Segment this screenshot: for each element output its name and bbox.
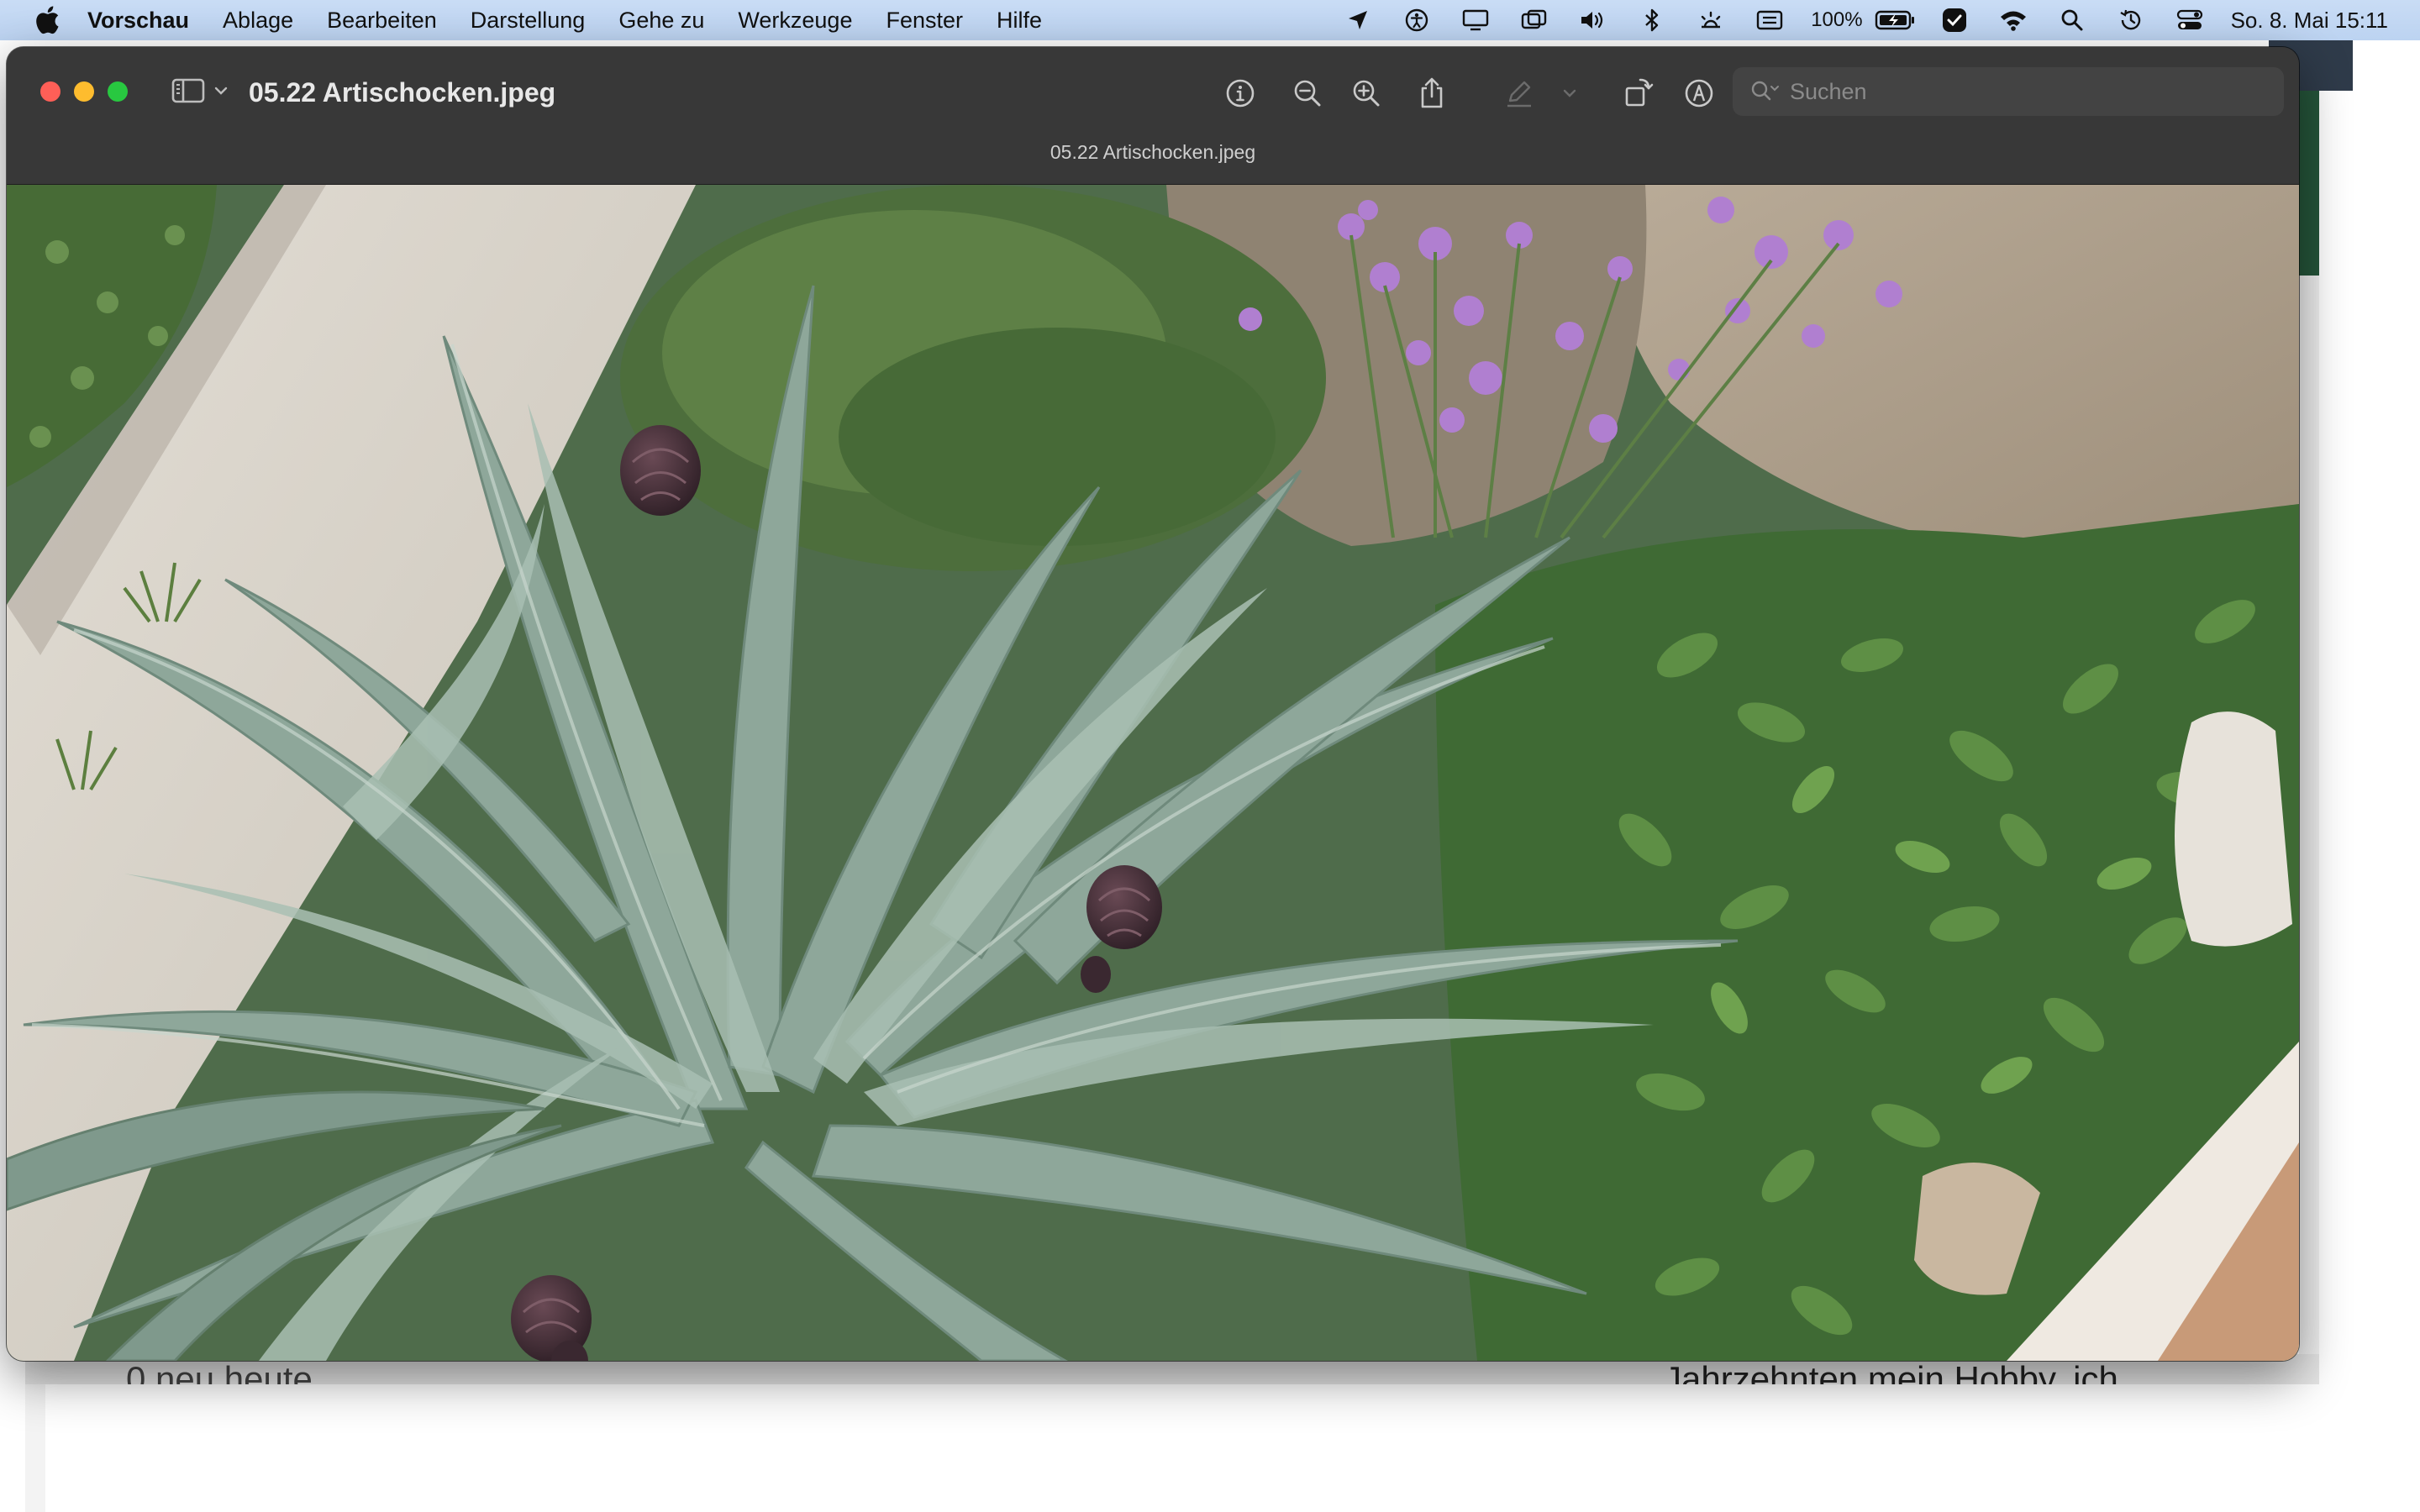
markup-pen-button[interactable] <box>1496 72 1543 114</box>
zoom-button[interactable] <box>108 81 128 102</box>
menu-darstellung[interactable]: Darstellung <box>454 0 602 40</box>
screen-mirroring-icon[interactable] <box>1505 0 1564 40</box>
menu-werkzeuge[interactable]: Werkzeuge <box>721 0 869 40</box>
artichoke-bud <box>511 1275 592 1361</box>
share-button[interactable] <box>1408 72 1455 114</box>
time-machine-icon[interactable] <box>2102 0 2160 40</box>
background-text-right: Jahrzehnten mein Hobby, ich <box>1664 1359 2118 1399</box>
background-window-left-edge <box>25 1384 45 1512</box>
artichoke-photo <box>7 185 2299 1361</box>
minimize-button[interactable] <box>74 81 94 102</box>
weather-icon[interactable] <box>1681 0 1740 40</box>
pen-icon <box>1503 77 1535 109</box>
markup-icon <box>1683 77 1715 109</box>
spotlight-search-icon[interactable] <box>2043 0 2102 40</box>
clock[interactable]: So. 8. Mai 15:11 <box>2219 0 2400 40</box>
rotate-button[interactable] <box>1615 72 1662 114</box>
chevron-down-icon <box>213 85 229 101</box>
status-area: 100% So. 8. Mai 15:11 <box>1328 0 2400 40</box>
menu-app-vorschau[interactable]: Vorschau <box>72 0 206 40</box>
info-button[interactable] <box>1217 72 1264 114</box>
zoom-out-button[interactable] <box>1284 72 1331 114</box>
background-text-left: 0 neu heute <box>126 1359 313 1399</box>
chevron-down-icon <box>1562 87 1577 99</box>
search-icon <box>1749 75 1783 108</box>
preview-window: 05.22 Artischocken.jpeg Suchen 05.22 Art… <box>7 47 2299 1361</box>
zoom-out-icon <box>1292 77 1323 109</box>
location-arrow-icon[interactable] <box>1328 0 1387 40</box>
window-title: 05.22 Artischocken.jpeg <box>249 77 556 108</box>
close-button[interactable] <box>40 81 60 102</box>
artichoke-bud <box>620 425 701 516</box>
background-window-edge <box>2299 91 2319 276</box>
zoom-in-button[interactable] <box>1343 72 1390 114</box>
sidebar-toggle-button[interactable] <box>171 74 239 111</box>
battery-percent: 100% <box>1811 8 1863 31</box>
rotate-icon <box>1622 76 1655 110</box>
battery-charging-icon[interactable] <box>1866 0 1925 40</box>
volume-icon[interactable] <box>1564 0 1623 40</box>
image-canvas[interactable] <box>7 185 2299 1361</box>
bluetooth-icon[interactable] <box>1623 0 1681 40</box>
search-field[interactable] <box>1733 67 2284 116</box>
menu-ablage[interactable]: Ablage <box>206 0 310 40</box>
background-window-panel <box>2319 91 2420 1384</box>
menu-gehe-zu[interactable]: Gehe zu <box>602 0 721 40</box>
keyboard-input-icon[interactable] <box>1740 0 1799 40</box>
control-center-icon[interactable] <box>2160 0 2219 40</box>
menu-bearbeiten[interactable]: Bearbeiten <box>310 0 454 40</box>
zoom-in-icon <box>1350 77 1382 109</box>
wifi-icon[interactable] <box>1984 0 2043 40</box>
apple-menu-icon[interactable] <box>22 0 72 40</box>
share-icon <box>1417 76 1447 110</box>
menu-bar: Vorschau Ablage Bearbeiten Darstellung G… <box>0 0 2420 40</box>
markup-toolbar-button[interactable] <box>1676 72 1723 114</box>
search-input[interactable] <box>1790 78 2260 105</box>
focus-check-icon[interactable] <box>1925 0 1984 40</box>
background-window-edge-lower <box>2299 276 2319 1384</box>
menu-fenster[interactable]: Fenster <box>869 0 980 40</box>
window-toolbar: 05.22 Artischocken.jpeg Suchen 05.22 Art… <box>7 47 2299 185</box>
sidebar-icon <box>171 77 205 108</box>
markup-dropdown-button[interactable] <box>1555 72 1585 114</box>
accessibility-icon[interactable] <box>1387 0 1446 40</box>
info-icon <box>1224 77 1256 109</box>
document-title: 05.22 Artischocken.jpeg <box>1050 141 1256 163</box>
display-icon[interactable] <box>1446 0 1505 40</box>
rosemary-bush <box>620 185 1326 571</box>
menu-hilfe[interactable]: Hilfe <box>980 0 1059 40</box>
